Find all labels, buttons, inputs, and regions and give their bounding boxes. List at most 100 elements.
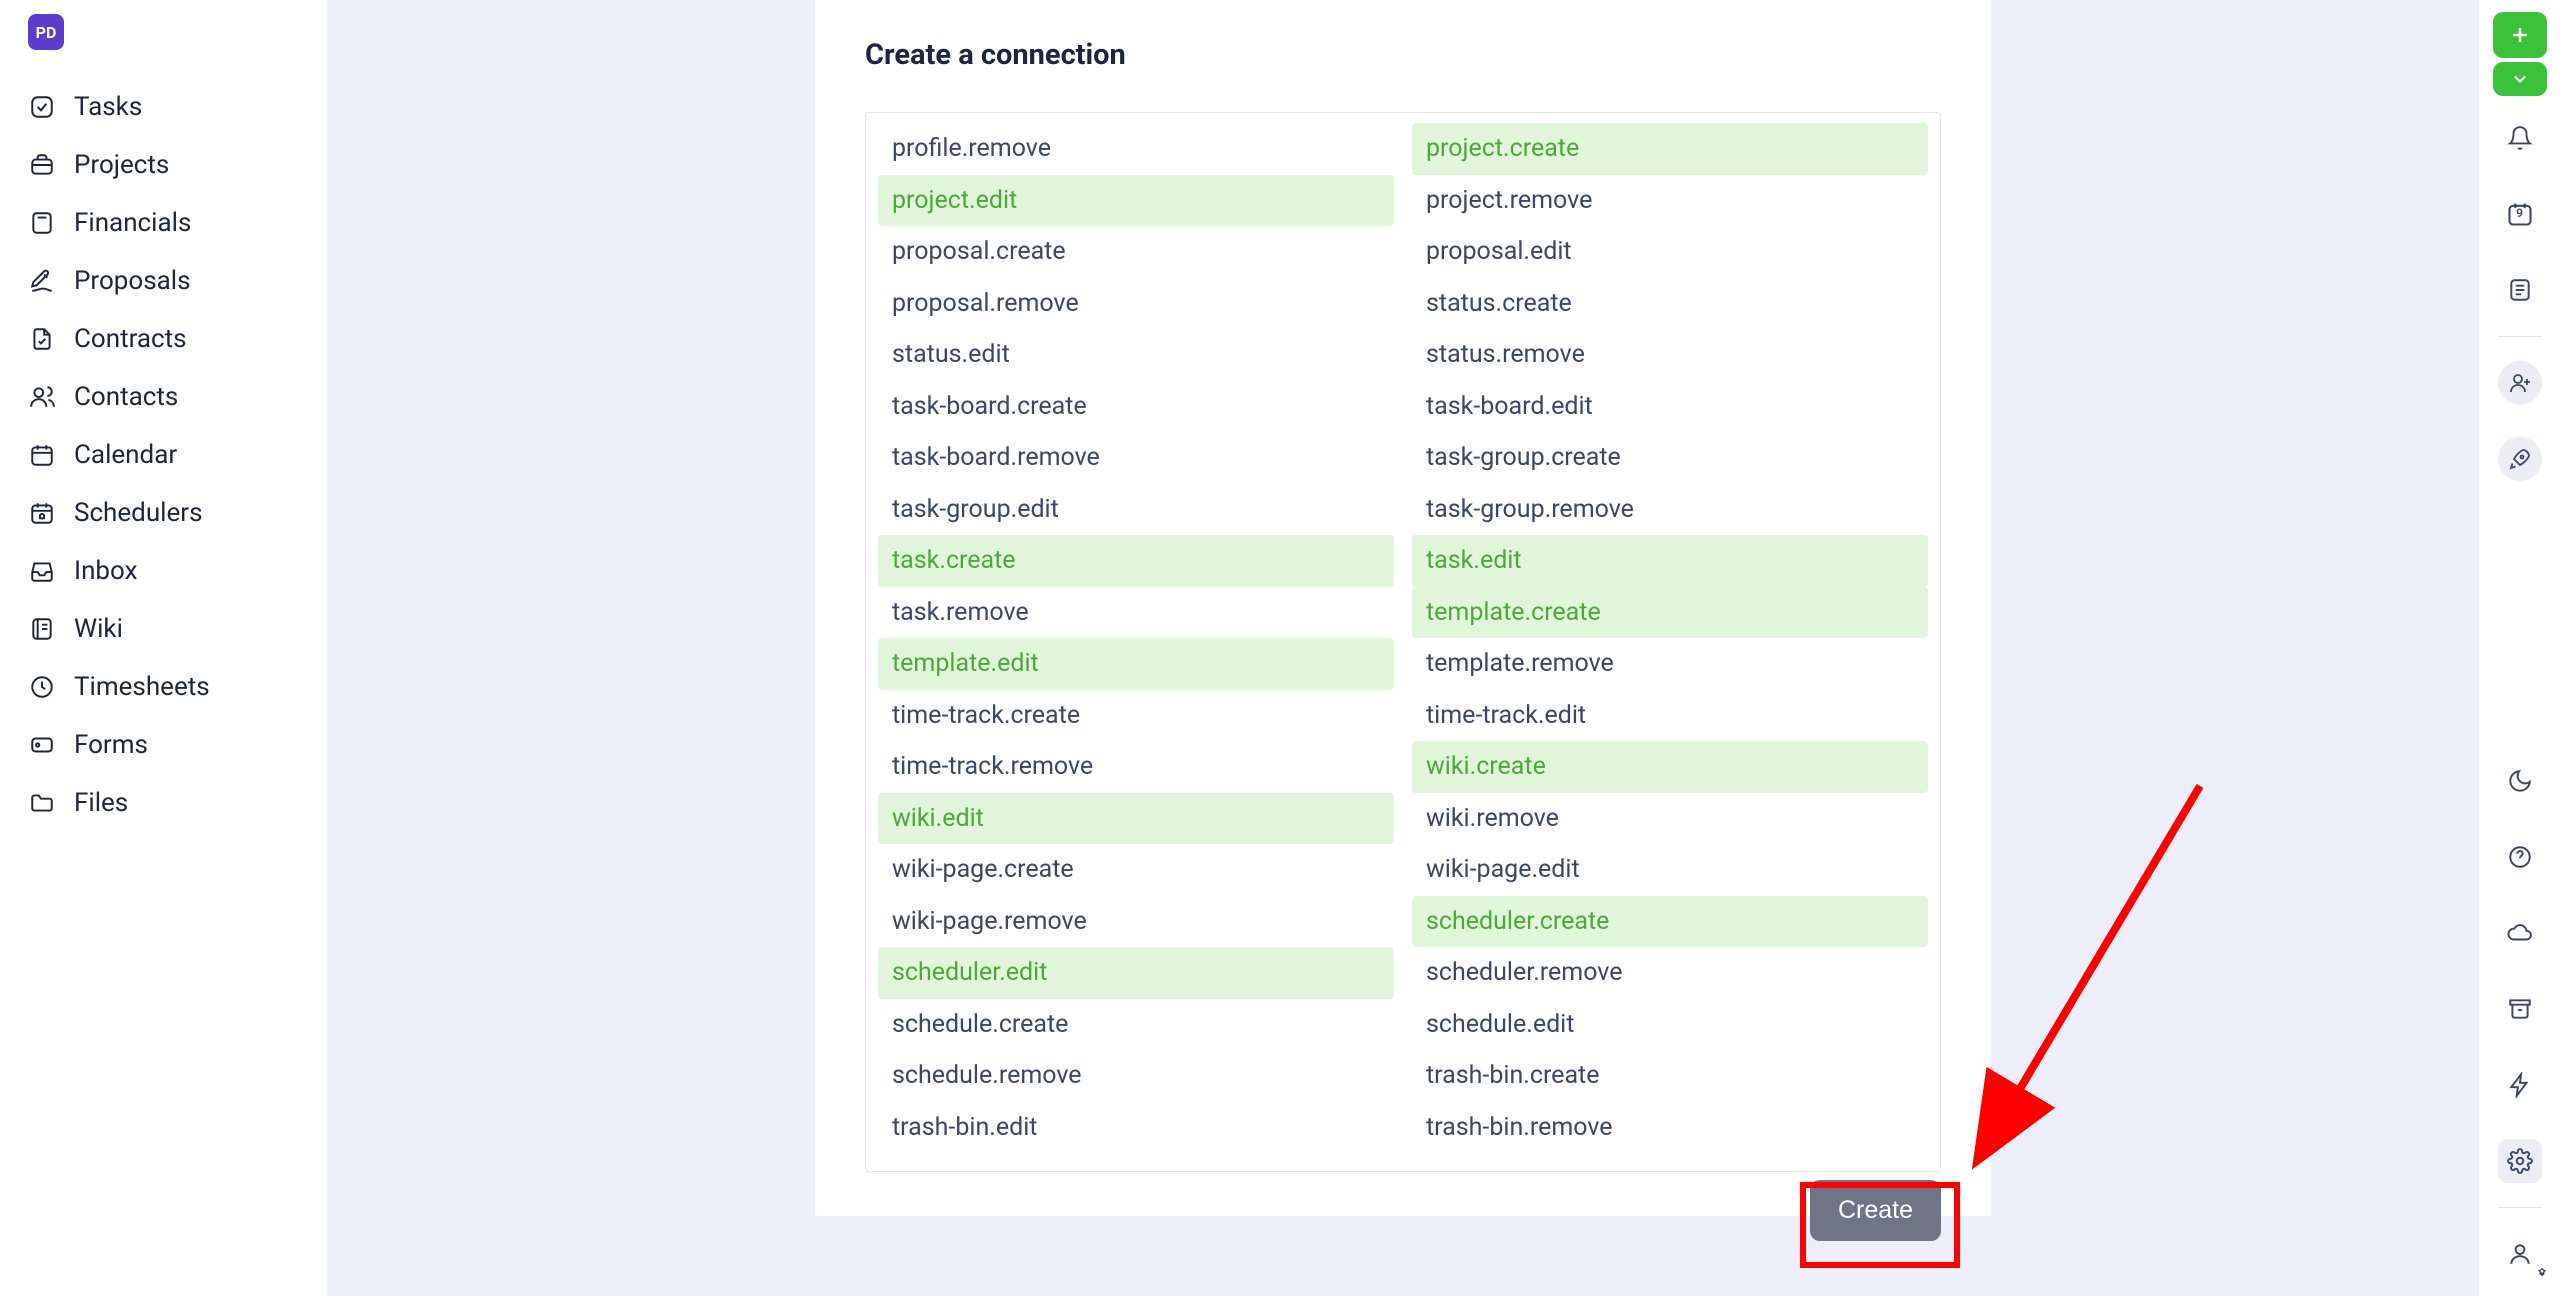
users-icon — [28, 383, 56, 411]
permission-profile-remove[interactable]: profile.remove — [878, 123, 1394, 175]
settings-icon[interactable] — [2498, 1139, 2542, 1183]
permission-time-track-remove[interactable]: time-track.remove — [878, 741, 1394, 793]
rightbar: 9 — [2478, 0, 2560, 1296]
permission-task-create[interactable]: task.create — [878, 535, 1394, 587]
permission-schedule-edit[interactable]: schedule.edit — [1412, 999, 1928, 1051]
sidebar-item-inbox[interactable]: Inbox — [18, 542, 309, 600]
sidebar-item-label: Inbox — [74, 556, 138, 586]
sidebar-item-calendar[interactable]: Calendar — [18, 426, 309, 484]
permission-project-create[interactable]: project.create — [1412, 123, 1928, 175]
sidebar-item-label: Wiki — [74, 614, 123, 644]
form-icon — [28, 731, 56, 759]
sidebar-item-contracts[interactable]: Contracts — [18, 310, 309, 368]
notifications-icon[interactable] — [2498, 116, 2542, 160]
panel-title: Create a connection — [865, 38, 1941, 72]
divider — [2498, 336, 2542, 337]
sidebar-item-financials[interactable]: Financials — [18, 194, 309, 252]
permission-time-track-edit[interactable]: time-track.edit — [1412, 690, 1928, 742]
sidebar-item-label: Contracts — [74, 324, 187, 354]
permission-trash-bin-remove[interactable]: trash-bin.remove — [1412, 1102, 1928, 1154]
permission-project-remove[interactable]: project.remove — [1412, 175, 1928, 227]
notes-icon[interactable] — [2498, 268, 2542, 312]
invite-user-icon[interactable] — [2498, 361, 2542, 405]
sidebar-item-label: Financials — [74, 208, 191, 238]
main-area: Create a connection profile.removeprojec… — [327, 0, 2478, 1296]
calendar-day-number: 9 — [2516, 206, 2523, 220]
permission-time-track-create[interactable]: time-track.create — [878, 690, 1394, 742]
permission-status-edit[interactable]: status.edit — [878, 329, 1394, 381]
permission-proposal-remove[interactable]: proposal.remove — [878, 278, 1394, 330]
sidebar-item-projects[interactable]: Projects — [18, 136, 309, 194]
permissions-container: profile.remove project.create project.edit… — [865, 112, 1941, 1172]
quick-add-dropdown[interactable] — [2493, 62, 2547, 96]
cloud-icon[interactable] — [2498, 911, 2542, 955]
calendar-today-icon[interactable]: 9 — [2498, 192, 2542, 236]
permission-wiki-create[interactable]: wiki.create — [1412, 741, 1928, 793]
sidebar-item-label: Tasks — [74, 92, 142, 122]
sidebar-item-files[interactable]: Files — [18, 774, 309, 832]
permission-scheduler-remove[interactable]: scheduler.remove — [1412, 947, 1928, 999]
help-icon[interactable] — [2498, 835, 2542, 879]
permission-status-create[interactable]: status.create — [1412, 278, 1928, 330]
calculator-icon — [28, 209, 56, 237]
workspace-logo[interactable]: PD — [28, 14, 64, 50]
permission-trash-bin-create[interactable]: trash-bin.create — [1412, 1050, 1928, 1102]
permission-task-board-edit[interactable]: task-board.edit — [1412, 381, 1928, 433]
permission-proposal-edit[interactable]: proposal.edit — [1412, 226, 1928, 278]
theme-toggle-icon[interactable] — [2498, 759, 2542, 803]
clock-icon — [28, 673, 56, 701]
permission-status-remove[interactable]: status.remove — [1412, 329, 1928, 381]
permission-schedule-create[interactable]: schedule.create — [878, 999, 1394, 1051]
sidebar-item-tasks[interactable]: Tasks — [18, 78, 309, 136]
permission-scheduler-create[interactable]: scheduler.create — [1412, 896, 1928, 948]
permission-trash-bin-edit[interactable]: trash-bin.edit — [878, 1102, 1394, 1154]
permission-proposal-create[interactable]: proposal.create — [878, 226, 1394, 278]
sidebar-item-schedulers[interactable]: Schedulers — [18, 484, 309, 542]
permission-template-edit[interactable]: template.edit — [878, 638, 1394, 690]
sidebar-item-timesheets[interactable]: Timesheets — [18, 658, 309, 716]
permission-task-group-remove[interactable]: task-group.remove — [1412, 484, 1928, 536]
sidebar-item-label: Contacts — [74, 382, 178, 412]
archive-icon[interactable] — [2498, 987, 2542, 1031]
briefcase-icon — [28, 151, 56, 179]
permission-task-board-remove[interactable]: task-board.remove — [878, 432, 1394, 484]
create-button[interactable]: Create — [1810, 1180, 1941, 1241]
permission-task-edit[interactable]: task.edit — [1412, 535, 1928, 587]
sidebar-item-proposals[interactable]: Proposals — [18, 252, 309, 310]
sidebar-item-label: Proposals — [74, 266, 191, 296]
permission-template-create[interactable]: template.create — [1412, 587, 1928, 639]
calendar-cog-icon — [28, 499, 56, 527]
permission-wiki-page-create[interactable]: wiki-page.create — [878, 844, 1394, 896]
permission-wiki-edit[interactable]: wiki.edit — [878, 793, 1394, 845]
sidebar-item-label: Calendar — [74, 440, 177, 470]
launch-icon[interactable] — [2498, 437, 2542, 481]
permission-task-remove[interactable]: task.remove — [878, 587, 1394, 639]
permission-template-remove[interactable]: template.remove — [1412, 638, 1928, 690]
sidebar-item-contacts[interactable]: Contacts — [18, 368, 309, 426]
permission-task-board-create[interactable]: task-board.create — [878, 381, 1394, 433]
book-icon — [28, 615, 56, 643]
sidebar-item-forms[interactable]: Forms — [18, 716, 309, 774]
divider — [2498, 1207, 2542, 1208]
permission-task-group-create[interactable]: task-group.create — [1412, 432, 1928, 484]
permission-task-group-edit[interactable]: task-group.edit — [878, 484, 1394, 536]
sidebar-item-label: Files — [74, 788, 128, 818]
permission-schedule-remove[interactable]: schedule.remove — [878, 1050, 1394, 1102]
calendar-icon — [28, 441, 56, 469]
profile-icon[interactable] — [2498, 1232, 2542, 1276]
sidebar-item-label: Forms — [74, 730, 148, 760]
permission-wiki-remove[interactable]: wiki.remove — [1412, 793, 1928, 845]
permission-project-edit[interactable]: project.edit — [878, 175, 1394, 227]
permission-wiki-page-remove[interactable]: wiki-page.remove — [878, 896, 1394, 948]
check-icon — [28, 93, 56, 121]
sidebar-item-label: Projects — [74, 150, 169, 180]
sidebar-item-label: Schedulers — [74, 498, 203, 528]
permission-scheduler-edit[interactable]: scheduler.edit — [878, 947, 1394, 999]
permission-wiki-page-edit[interactable]: wiki-page.edit — [1412, 844, 1928, 896]
bolt-icon[interactable] — [2498, 1063, 2542, 1107]
sidebar: PD Tasks Projects Financials Proposals Contr… — [0, 0, 327, 1296]
sidebar-item-label: Timesheets — [74, 672, 210, 702]
quick-add-button[interactable] — [2493, 12, 2547, 58]
sidebar-item-wiki[interactable]: Wiki — [18, 600, 309, 658]
pen-icon — [28, 267, 56, 295]
